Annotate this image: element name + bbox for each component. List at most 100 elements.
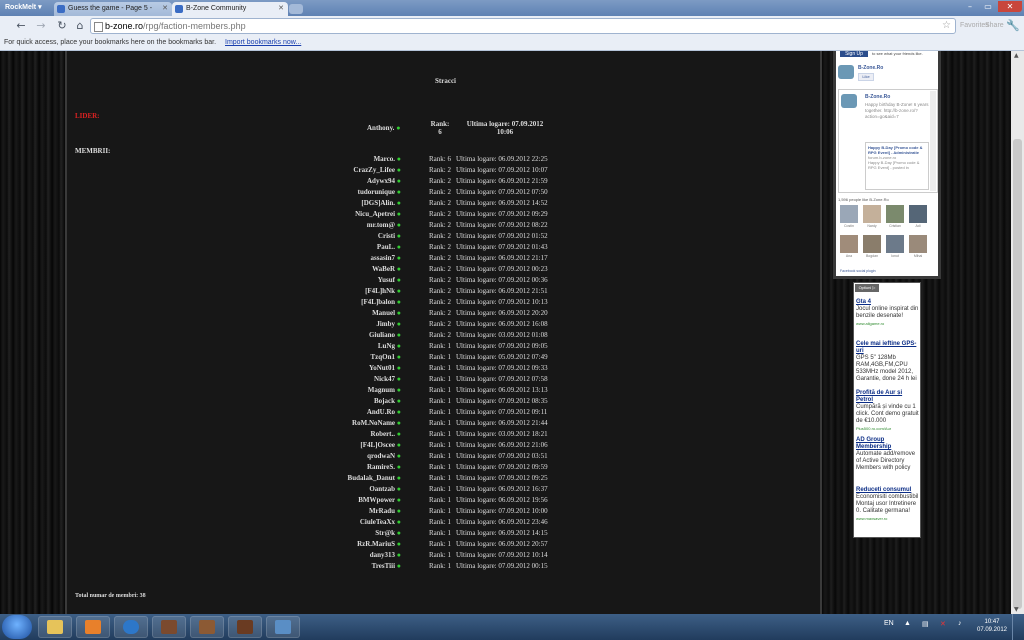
ad-url[interactable]: www.maxsaver.ro [856, 515, 920, 522]
share-button[interactable]: Share [985, 19, 1004, 33]
show-desktop-button[interactable] [1012, 614, 1024, 640]
scrollbar-thumb[interactable] [1013, 139, 1022, 609]
taskbar-browser[interactable] [114, 616, 148, 638]
member-name[interactable]: [F4L]balon ● [361, 297, 401, 308]
page-scrollbar[interactable]: ▲ ▼ [1011, 51, 1024, 614]
member-name[interactable]: RamireS. ● [367, 462, 401, 473]
member-name[interactable]: Marco. ● [374, 154, 401, 165]
import-bookmarks-link[interactable]: Import bookmarks now... [225, 36, 301, 49]
member-name[interactable]: [F4L]hNk ● [365, 286, 401, 297]
member-name[interactable]: LuNg ● [378, 341, 401, 352]
ad-options-button[interactable]: Optiuni ▷ [855, 284, 879, 292]
leader-name[interactable]: Anthony. ● [367, 124, 400, 132]
close-window-icon[interactable]: ✕ [998, 1, 1022, 12]
member-name[interactable]: TzqOn1 ● [371, 352, 402, 363]
member-name[interactable]: PauL. ● [377, 242, 401, 253]
minimize-icon[interactable]: – [962, 1, 978, 12]
tray-expand-icon[interactable]: ▲ [904, 620, 911, 627]
taskbar-media-player[interactable] [76, 616, 110, 638]
tab-bzone-community[interactable]: B-Zone Community ✕ [172, 2, 288, 16]
close-tab-icon[interactable]: ✕ [162, 2, 168, 16]
post-link-card[interactable]: Happy B-Day [Promo code & RPG Event] - A… [865, 142, 929, 190]
ad-url[interactable]: www.allgame.ro [856, 320, 920, 327]
member-name[interactable]: Cristi ● [378, 231, 401, 242]
member-name[interactable]: Robert.. ● [371, 429, 401, 440]
member-name[interactable]: Budalak_Danut ● [348, 473, 401, 484]
taskbar-explorer[interactable] [38, 616, 72, 638]
reload-icon[interactable]: ↻ [55, 19, 69, 33]
tab-guess-the-game[interactable]: Guess the game - Page 5 - ✕ [54, 2, 172, 16]
scroll-up-icon[interactable]: ▲ [1014, 52, 1019, 59]
facebook-like-button[interactable]: Like [858, 73, 874, 81]
facebook-fan-avatar[interactable] [863, 205, 881, 223]
taskbar-game-2[interactable] [190, 616, 224, 638]
member-name[interactable]: TresTiii ● [372, 561, 401, 572]
member-name[interactable]: BMWpower ● [358, 495, 401, 506]
back-arrow-icon[interactable]: ← [14, 19, 28, 33]
bookmark-star-icon[interactable]: ☆ [942, 19, 951, 33]
member-name[interactable]: tudorunique ● [358, 187, 401, 198]
ad-title[interactable]: Gta 4 [856, 299, 920, 306]
member-name[interactable]: Str@k ● [375, 528, 401, 539]
member-name[interactable]: [DGS]Alin. ● [361, 198, 401, 209]
network-icon[interactable]: ▤ [922, 620, 929, 628]
ad-title[interactable]: Profită de Aur și Petrol [856, 390, 920, 404]
address-bar[interactable]: b-zone.ro/rpg/faction-members.php ☆ [90, 18, 956, 34]
facebook-fan-avatar[interactable] [909, 235, 927, 253]
forward-arrow-icon[interactable]: → [34, 19, 48, 33]
facebook-signup-button[interactable]: Sign Up [840, 51, 868, 57]
member-name[interactable]: Adywx94 ● [367, 176, 401, 187]
facebook-fan-avatar[interactable] [840, 205, 858, 223]
system-clock[interactable]: 10:47 07.09.2012 [976, 618, 1008, 634]
ad-item[interactable]: Gta 4 Jocul online inspirat din benzile d… [856, 299, 920, 327]
ad-url[interactable]: Plus500.ro.com/Aur [856, 425, 920, 432]
facebook-page-name[interactable]: B-Zone.Ro [858, 65, 883, 71]
scroll-down-icon[interactable]: ▼ [1014, 606, 1019, 613]
facebook-plugin-label[interactable]: Facebook social plugin [840, 269, 876, 273]
facebook-fan-avatar[interactable] [840, 235, 858, 253]
member-name[interactable]: RzR.MariuS ● [357, 539, 401, 550]
ad-title[interactable]: AD Group Membership [856, 437, 920, 451]
browser-menu-button[interactable]: RockMelt ▾ [2, 2, 45, 14]
member-name[interactable]: dany313 ● [370, 550, 401, 561]
post-author[interactable]: B-Zone.Ro [865, 94, 890, 100]
member-name[interactable]: mr.tom@ ● [367, 220, 401, 231]
member-name[interactable]: Jimby ● [376, 319, 401, 330]
member-name[interactable]: Bojack ● [374, 396, 401, 407]
facebook-fan-avatar[interactable] [886, 205, 904, 223]
maximize-icon[interactable]: ▭ [980, 1, 996, 12]
member-name[interactable]: YoNut01 ● [369, 363, 401, 374]
wrench-menu-icon[interactable]: 🔧 [1006, 19, 1020, 33]
member-name[interactable]: qrodwaN ● [367, 451, 401, 462]
ad-title[interactable]: Cele mai ieftine GPS-uri [856, 341, 920, 355]
ad-item[interactable]: Reduceti consumul Economisiti combustibil… [856, 487, 920, 522]
language-indicator[interactable]: EN [884, 620, 894, 627]
member-name[interactable]: CrazZy_Lifee ● [353, 165, 401, 176]
taskbar-game-3[interactable] [228, 616, 262, 638]
home-icon[interactable]: ⌂ [73, 19, 87, 33]
taskbar-image-viewer[interactable] [266, 616, 300, 638]
taskbar-game-1[interactable] [152, 616, 186, 638]
member-name[interactable]: Yusuf ● [378, 275, 401, 286]
member-name[interactable]: RoM.NoName ● [352, 418, 401, 429]
member-name[interactable]: Giuliano ● [369, 330, 401, 341]
alert-flag-icon[interactable]: ✕ [940, 620, 946, 628]
member-name[interactable]: WaBeR ● [372, 264, 401, 275]
new-tab-button[interactable] [289, 4, 303, 14]
facebook-stream-scrollbar[interactable] [930, 91, 936, 191]
member-name[interactable]: MrRadu ● [369, 506, 401, 517]
facebook-fan-avatar[interactable] [909, 205, 927, 223]
member-name[interactable]: CiuleTeaXx ● [360, 517, 401, 528]
ad-item[interactable]: AD Group Membership Automate add/remove o… [856, 437, 920, 472]
facebook-fan-avatar[interactable] [886, 235, 904, 253]
ad-title[interactable]: Reduceti consumul [856, 487, 920, 494]
member-name[interactable]: Nick47 ● [374, 374, 401, 385]
member-name[interactable]: [F4L]Oscee ● [360, 440, 401, 451]
member-name[interactable]: Nicu_Apetrei ● [355, 209, 401, 220]
member-name[interactable]: Magnum ● [368, 385, 401, 396]
member-name[interactable]: AndU.Ro ● [367, 407, 401, 418]
facebook-fan-avatar[interactable] [863, 235, 881, 253]
ad-item[interactable]: Profită de Aur și Petrol Cumpără și vinde… [856, 390, 920, 432]
volume-icon[interactable]: ♪ [958, 620, 962, 627]
member-name[interactable]: assasin7 ● [371, 253, 402, 264]
